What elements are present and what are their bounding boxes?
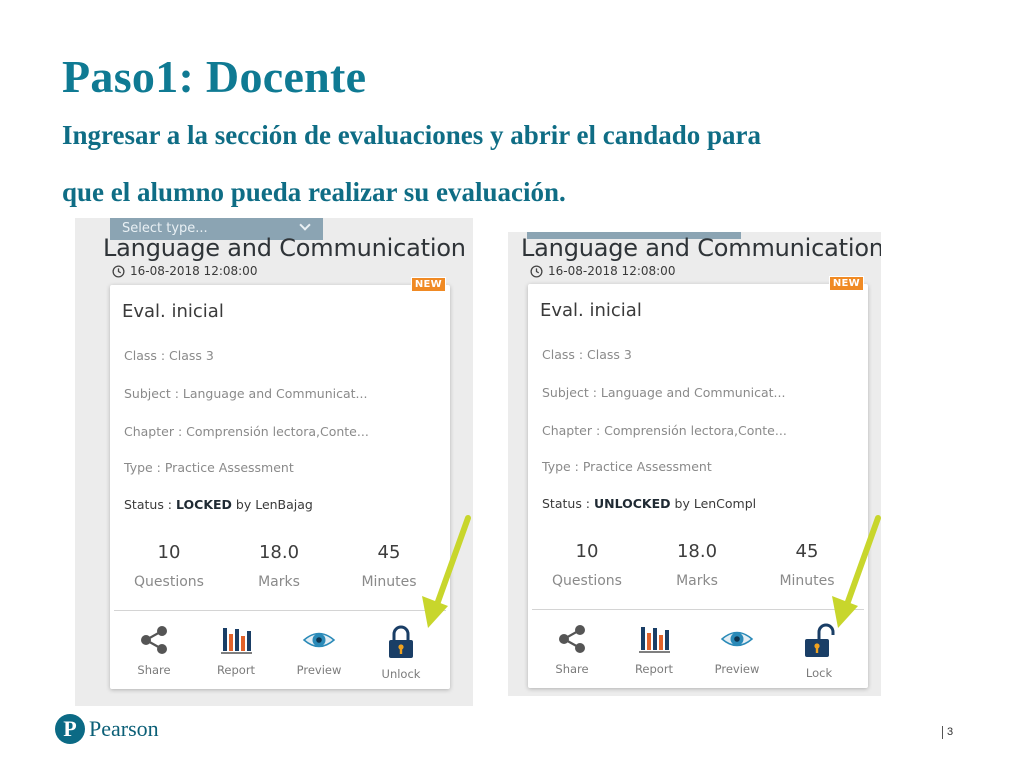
stat-questions-label: Questions	[134, 574, 204, 590]
eval-name: Eval. inicial	[122, 301, 224, 322]
class-info: Class : Class 3	[124, 348, 214, 363]
lock-label: Lock	[805, 666, 833, 680]
arrow-icon	[832, 515, 881, 628]
datetime-text: 16-08-2018 12:08:00	[548, 264, 676, 278]
stat-questions: 10 Questions	[119, 542, 219, 590]
share-label: Share	[555, 662, 589, 676]
stat-marks-value: 18.0	[676, 541, 718, 562]
slide-title: Paso1: Docente	[62, 51, 367, 102]
stat-questions-label: Questions	[552, 573, 622, 589]
preview-label: Preview	[296, 663, 342, 677]
report-button[interactable]: Report	[196, 623, 276, 677]
screenshot-panel-unlocked: Language and Communication 16-08-2018 12…	[508, 232, 881, 696]
pearson-wordmark: Pearson	[89, 716, 159, 741]
course-title: Language and Communication	[521, 234, 881, 262]
stat-questions-value: 10	[575, 541, 599, 562]
chapter-info: Chapter : Comprensión lectora,Conte...	[124, 424, 369, 439]
type-info: Type : Practice Assessment	[124, 460, 294, 475]
chapter-info: Chapter : Comprensión lectora,Conte...	[542, 423, 787, 438]
share-icon	[559, 625, 585, 653]
stat-marks-label: Marks	[676, 573, 718, 589]
eye-icon	[720, 631, 754, 647]
pearson-logo-icon: P	[55, 714, 85, 744]
class-info: Class : Class 3	[542, 347, 632, 362]
eye-icon	[302, 632, 336, 648]
assessment-card[interactable]: NEW Eval. inicial Class : Class 3 Subjec…	[528, 276, 868, 688]
report-icon	[639, 627, 670, 653]
pearson-logo: P Pearson	[55, 714, 159, 744]
eval-name: Eval. inicial	[540, 300, 642, 321]
status-info: Status : LOCKED by LenBajag	[124, 497, 313, 512]
clock-icon	[112, 264, 125, 278]
share-button[interactable]: Share	[532, 622, 612, 676]
unlock-label: Unlock	[381, 667, 421, 681]
course-title: Language and Communication	[103, 234, 466, 262]
stat-marks: 18.0 Marks	[647, 541, 747, 589]
stat-marks: 18.0 Marks	[229, 542, 329, 590]
new-badge: NEW	[410, 277, 446, 292]
status-prefix: Status :	[124, 497, 176, 512]
status-suffix: by LenBajag	[231, 497, 313, 512]
status-value: UNLOCKED	[594, 496, 671, 511]
report-label: Report	[216, 663, 256, 677]
status-info: Status : UNLOCKED by LenCompl	[542, 496, 756, 511]
report-label: Report	[634, 662, 674, 676]
type-info: Type : Practice Assessment	[542, 459, 712, 474]
subject-info: Subject : Language and Communicat...	[542, 385, 786, 400]
stat-marks-value: 18.0	[258, 542, 300, 563]
clock-icon	[530, 264, 543, 278]
status-prefix: Status :	[542, 496, 594, 511]
lock-closed-icon	[389, 625, 413, 658]
assessment-card[interactable]: NEW Eval. inicial Class : Class 3 Subjec…	[110, 277, 450, 689]
status-value: LOCKED	[176, 497, 232, 512]
status-suffix: by LenCompl	[670, 496, 757, 511]
chevron-down-icon	[299, 219, 311, 231]
stat-marks-label: Marks	[258, 574, 300, 590]
subtitle-line-1: Ingresar a la sección de evaluaciones y …	[62, 120, 761, 150]
subject-info: Subject : Language and Communicat...	[124, 386, 368, 401]
page-number: 3	[942, 726, 953, 739]
preview-button[interactable]: Preview	[279, 623, 359, 677]
preview-label: Preview	[714, 662, 760, 676]
arrow-icon	[422, 515, 471, 628]
new-badge: NEW	[828, 276, 864, 291]
report-icon	[221, 628, 252, 654]
screenshot-panel-locked: Select type... Language and Communicatio…	[75, 218, 473, 706]
share-icon	[141, 626, 167, 654]
subtitle-line-2: que el alumno pueda realizar su evaluaci…	[62, 177, 566, 207]
share-button[interactable]: Share	[114, 623, 194, 677]
card-divider	[114, 610, 446, 611]
report-button[interactable]: Report	[614, 622, 694, 676]
stat-questions: 10 Questions	[537, 541, 637, 589]
share-label: Share	[137, 663, 171, 677]
datetime-text: 16-08-2018 12:08:00	[130, 264, 258, 278]
card-divider	[532, 609, 864, 610]
assessment-datetime: 16-08-2018 12:08:00	[530, 264, 675, 278]
preview-button[interactable]: Preview	[697, 622, 777, 676]
assessment-datetime: 16-08-2018 12:08:00	[112, 264, 257, 278]
stat-questions-value: 10	[157, 542, 181, 563]
